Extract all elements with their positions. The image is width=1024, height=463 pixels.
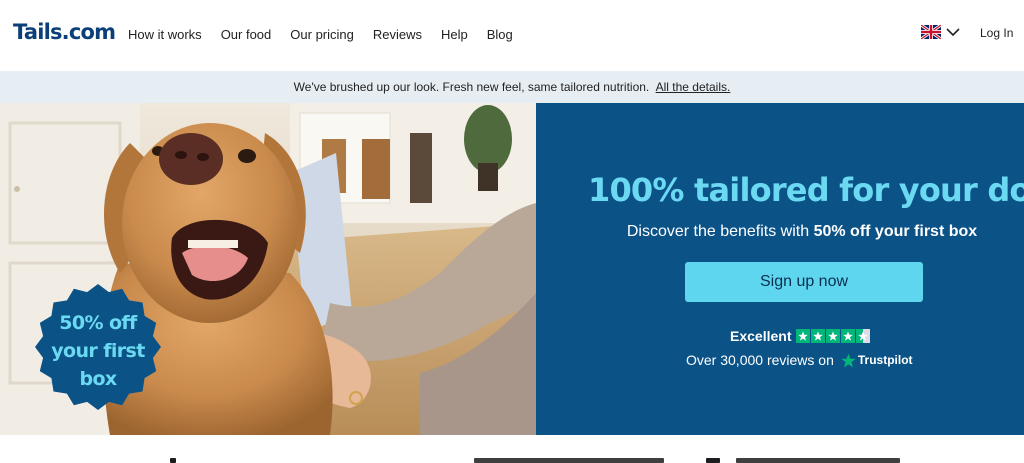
login-link[interactable]: Log In [980, 26, 1013, 40]
nav-help[interactable]: Help [441, 27, 468, 42]
reviews-line[interactable]: Over 30,000 reviews on Trustpilot [686, 352, 913, 368]
subheadline-offer: 50% off your first box [813, 223, 978, 240]
discount-badge: 50% off your first box [34, 309, 162, 393]
announcement-text: We've brushed up our look. Fresh new fee… [293, 80, 650, 94]
rating-star-icon [856, 329, 871, 343]
cut-off-text-2 [474, 458, 664, 463]
trustpilot-label: Trustpilot [857, 353, 913, 367]
site-header: Tails.com How it works Our food Our pric… [0, 0, 1024, 70]
rating-star-icon [841, 329, 856, 343]
trustpilot-rating[interactable]: Excellent [730, 328, 871, 344]
subheadline-prefix: Discover the benefits with [626, 223, 814, 240]
hero-photo: 50% off your first box [0, 103, 536, 435]
rating-star-icon [826, 329, 841, 343]
reviews-text: Over 30,000 reviews on [686, 352, 834, 368]
rating-star-icon [811, 329, 826, 343]
sign-up-button[interactable]: Sign up now [685, 262, 923, 302]
chevron-down-icon[interactable] [946, 27, 960, 37]
cut-off-text-1 [170, 458, 176, 463]
announcement-bar: We've brushed up our look. Fresh new fee… [0, 71, 1024, 103]
nav-how-it-works[interactable]: How it works [128, 27, 202, 42]
nav-our-food[interactable]: Our food [221, 27, 272, 42]
hero-headline: 100% tailored for your dog [588, 171, 1024, 209]
badge-line-2: your first [51, 340, 145, 362]
nav-our-pricing[interactable]: Our pricing [290, 27, 354, 42]
hero-subheadline: Discover the benefits with 50% off your … [536, 223, 1024, 241]
nav-blog[interactable]: Blog [487, 27, 513, 42]
cut-off-text-3 [706, 458, 720, 463]
cut-off-text-4 [736, 458, 900, 463]
rating-label: Excellent [730, 328, 792, 344]
tails-logo[interactable]: Tails.com [13, 20, 116, 44]
badge-line-3: box [79, 368, 117, 390]
next-section-peek [0, 435, 1024, 463]
trustpilot-star-icon [841, 353, 856, 367]
hero-panel: 100% tailored for your dog Discover the … [536, 103, 1024, 435]
hero-section: 50% off your first box 100% tailored for… [0, 103, 1024, 435]
main-nav: How it works Our food Our pricing Review… [128, 27, 532, 42]
rating-stars [796, 329, 871, 343]
badge-line-1: 50% off [59, 312, 137, 334]
uk-flag-icon[interactable] [921, 25, 941, 39]
announcement-link[interactable]: All the details. [656, 80, 731, 94]
rating-star-icon [796, 329, 811, 343]
nav-reviews[interactable]: Reviews [373, 27, 422, 42]
